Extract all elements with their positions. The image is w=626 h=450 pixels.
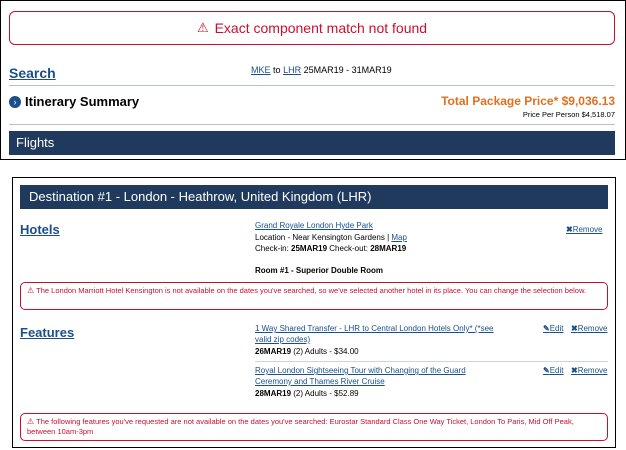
feature-2-title-line2[interactable]: Ceremony and Thames River Cruise: [255, 377, 385, 386]
remove-label: Remove: [572, 225, 603, 234]
to-word: to: [273, 65, 281, 75]
hotel-dates: Check-in: 25MAR19 Check-out: 28MAR19: [255, 244, 406, 253]
feature-1-date: 26MAR19: [255, 347, 292, 356]
origin-code[interactable]: MKE: [251, 65, 271, 75]
checkin-label: Check-in:: [255, 244, 289, 253]
close-icon: ✖: [571, 324, 578, 333]
features-link[interactable]: Features: [20, 325, 74, 340]
edit-label: Edit: [549, 366, 564, 375]
flights-header: Flights: [9, 131, 615, 155]
hotel-unavailable-alert: ⚠ The London Marriott Hotel Kensington is…: [20, 282, 608, 310]
destination-code[interactable]: LHR: [283, 65, 301, 75]
itinerary-title[interactable]: Itinerary Summary: [25, 94, 139, 109]
edit-icon: ✎: [543, 324, 550, 333]
itinerary-panel: ⚠ Exact component match not found Search…: [0, 0, 626, 160]
feature-1-title-line1[interactable]: 1 Way Shared Transfer - LHR to Central L…: [255, 324, 493, 333]
map-link[interactable]: Map: [391, 233, 407, 242]
route-summary: MKE to LHR 25MAR19 - 31MAR19: [251, 65, 392, 75]
feature-2-edit-button[interactable]: ✎Edit: [543, 366, 564, 375]
divider: [255, 361, 608, 362]
search-row: Search MKE to LHR 25MAR19 - 31MAR19: [9, 63, 615, 85]
feature-2-title-line1[interactable]: Royal London Sightseeing Tour with Chang…: [255, 366, 466, 375]
search-link[interactable]: Search: [9, 65, 56, 81]
checkout-date: 28MAR19: [370, 244, 407, 253]
feature-2-remove-button[interactable]: ✖Remove: [571, 366, 608, 375]
travel-dates: 25MAR19 - 31MAR19: [303, 65, 392, 75]
features-unavailable-alert: ⚠ The following features you've requested…: [20, 413, 608, 441]
hotels-link[interactable]: Hotels: [20, 222, 60, 237]
divider: [9, 124, 615, 125]
hotel-alert-text: The London Marriott Hotel Kensington is …: [36, 286, 587, 295]
feature-1-title-line2[interactable]: valid zip codes): [255, 335, 310, 344]
checkout-label: Check-out:: [329, 244, 368, 253]
hotel-location-text: Location - Near Kensington Gardens |: [255, 233, 390, 242]
total-package-price: Total Package Price* $9,036.13: [441, 94, 615, 108]
hotel-location: Location - Near Kensington Gardens | Map: [255, 233, 407, 242]
remove-label: Remove: [577, 366, 608, 375]
warning-icon: ⚠: [196, 20, 209, 35]
feature-2-detail: 28MAR19 (2) Adults - $52.89: [255, 389, 359, 398]
close-icon: ✖: [571, 366, 578, 375]
warning-icon: ⚠: [27, 417, 35, 426]
checkin-date: 25MAR19: [291, 244, 328, 253]
close-icon: ✖: [566, 225, 573, 234]
hotel-remove-button[interactable]: ✖Remove: [566, 225, 603, 234]
feature-2-date: 28MAR19: [255, 389, 292, 398]
feature-2-info: (2) Adults - $52.89: [293, 389, 359, 398]
destination-header: Destination #1 - London - Heathrow, Unit…: [20, 185, 608, 209]
hotel-name-link[interactable]: Grand Royale London Hyde Park: [255, 221, 373, 230]
itinerary-summary-row: › Itinerary Summary Total Package Price*…: [9, 91, 615, 121]
price-per-person: Price Per Person $4,518.07: [522, 110, 615, 119]
divider: [9, 85, 615, 86]
remove-label: Remove: [577, 324, 608, 333]
alert-text: Exact component match not found: [214, 20, 428, 36]
warning-icon: ⚠: [27, 286, 35, 295]
feature-1-info: (2) Adults - $34.00: [293, 347, 359, 356]
feature-1-edit-button[interactable]: ✎Edit: [543, 324, 564, 333]
feature-1-remove-button[interactable]: ✖Remove: [571, 324, 608, 333]
edit-label: Edit: [549, 324, 564, 333]
features-alert-text: The following features you've requested …: [27, 417, 574, 436]
feature-1-detail: 26MAR19 (2) Adults - $34.00: [255, 347, 359, 356]
chevron-right-icon[interactable]: ›: [9, 96, 21, 108]
destination-panel: Destination #1 - London - Heathrow, Unit…: [12, 177, 616, 448]
edit-icon: ✎: [543, 366, 550, 375]
room-description: Room #1 - Superior Double Room: [255, 266, 384, 275]
component-match-alert: ⚠ Exact component match not found: [9, 11, 615, 45]
